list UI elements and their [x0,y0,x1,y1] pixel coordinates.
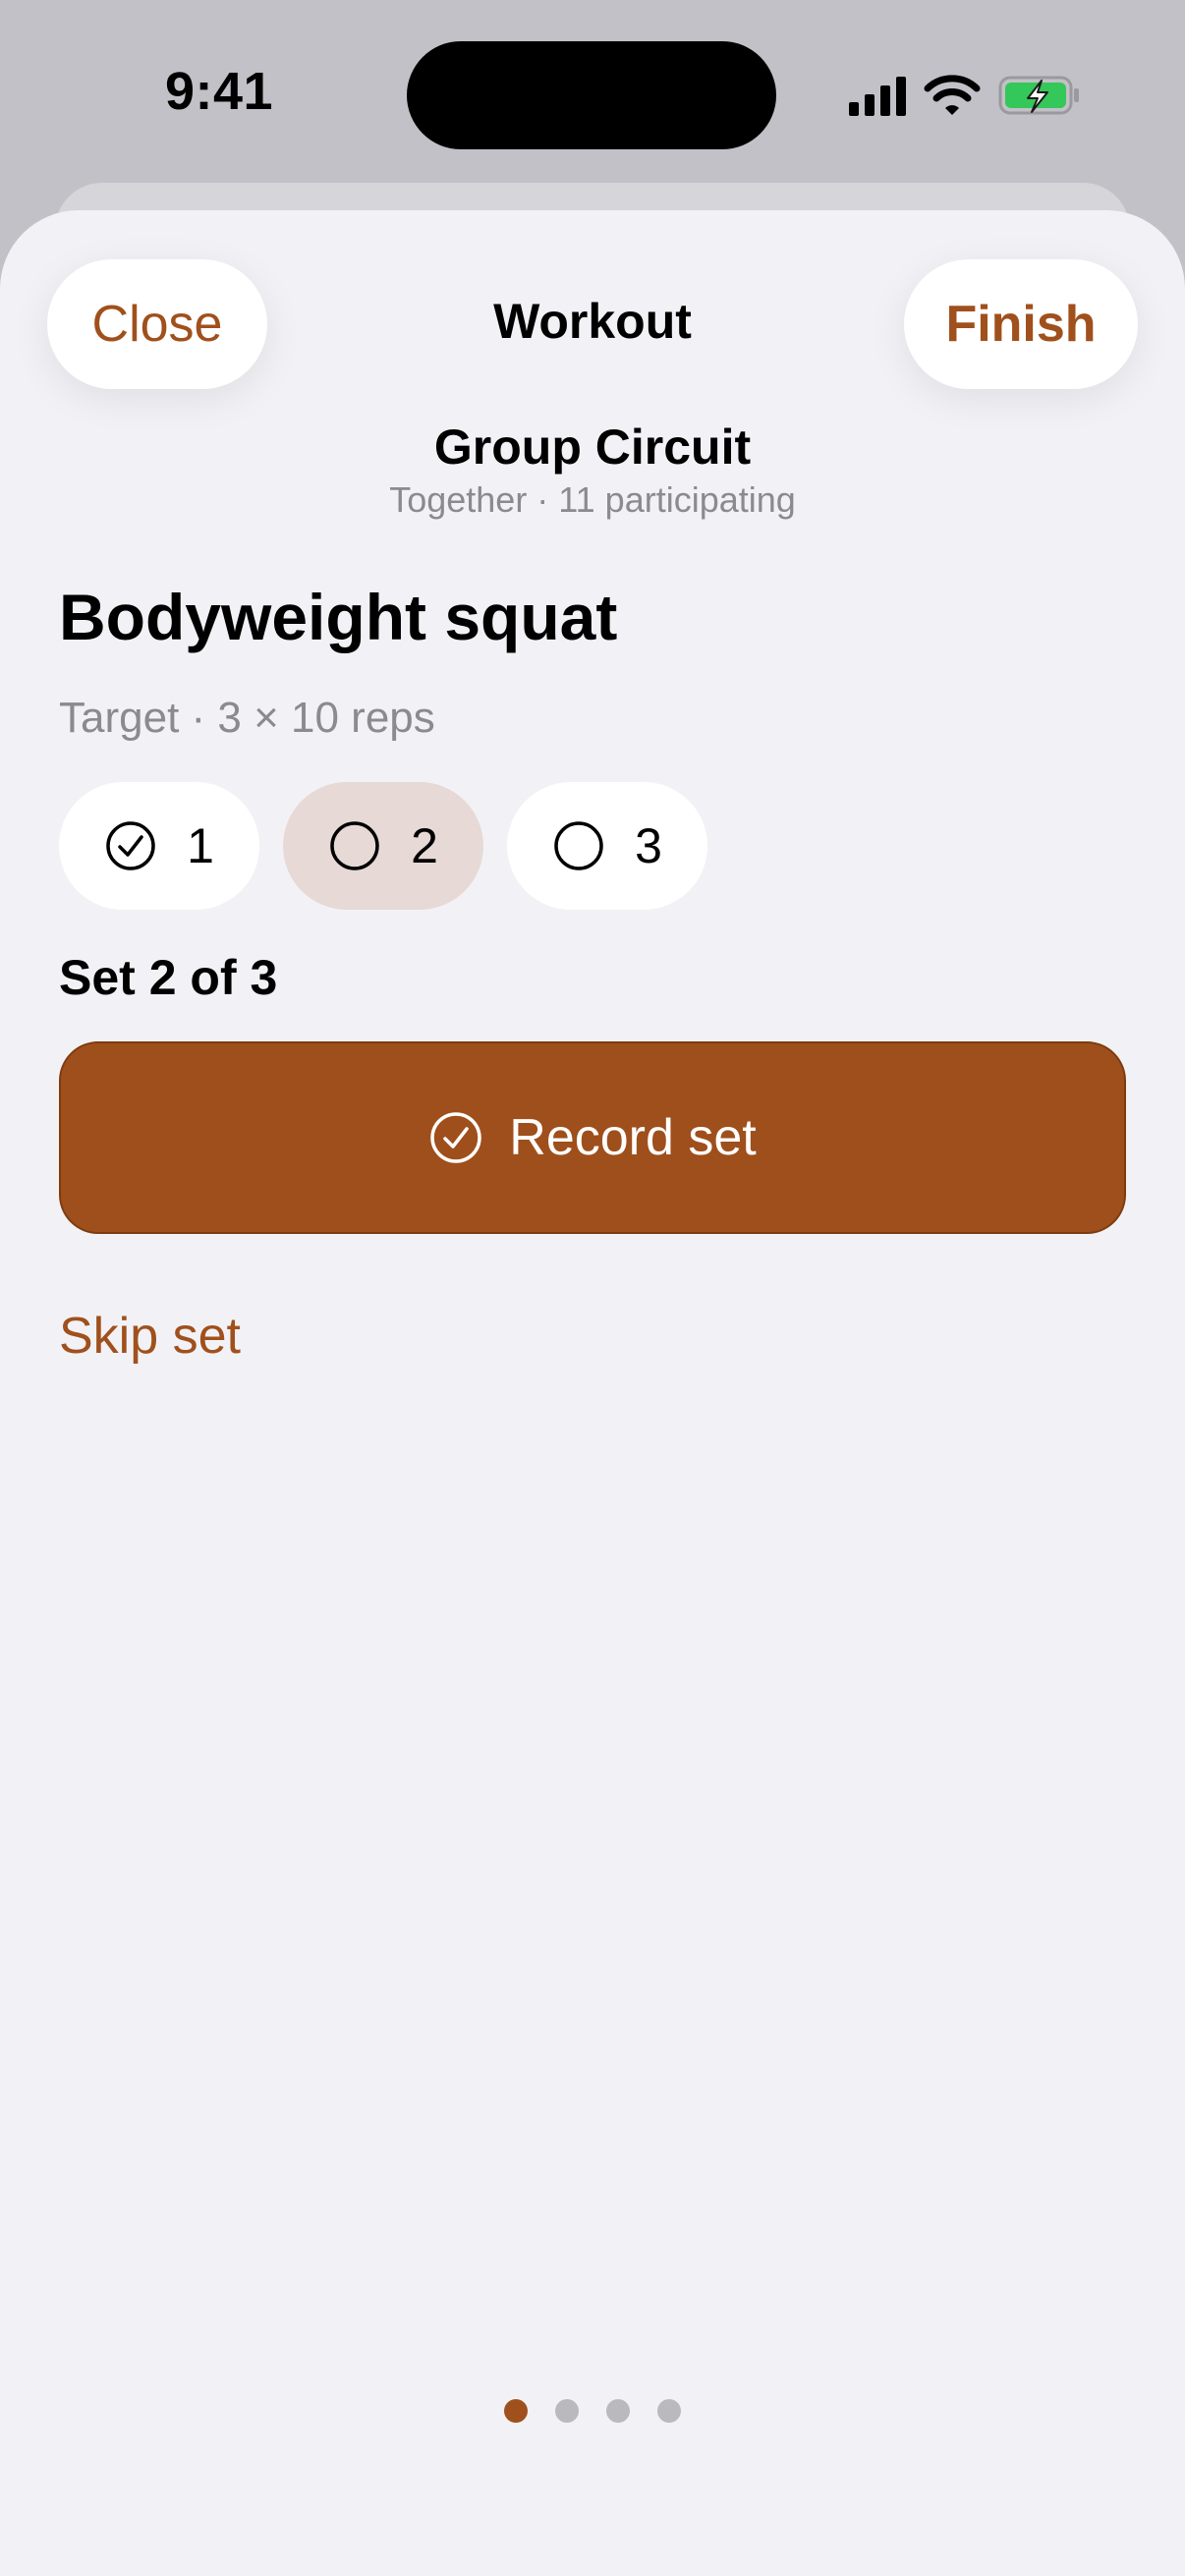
set-chip-label: 3 [635,818,662,873]
page-dot[interactable] [555,2399,579,2423]
wifi-icon [924,75,981,115]
record-set-button[interactable]: Record set [59,1041,1126,1234]
page-dot[interactable] [504,2399,528,2423]
record-set-label: Record set [509,1109,757,1166]
set-chip-label: 2 [411,818,438,873]
exercise-title: Bodyweight squat [59,581,618,653]
empty-circle-icon [554,821,603,870]
status-time: 9:41 [165,62,274,121]
group-subtitle: Together · 11 participating [389,479,796,520]
finish-button[interactable]: Finish [904,259,1138,389]
group-title: Group Circuit [433,420,752,475]
page-indicator[interactable] [0,2399,1185,2423]
checkmark-circle-icon [430,1112,482,1163]
set-chip-3[interactable]: 3 [507,782,707,910]
workout-sheet [0,210,1185,2576]
set-chip-label: 1 [187,818,214,873]
set-chip-2[interactable]: 2 [283,782,483,910]
set-chip-1[interactable]: 1 [59,782,259,910]
target-reps: Target · 3 × 10 reps [59,694,435,742]
status-bar: 9:41 [0,0,1185,187]
checkmark-circle-icon [106,821,155,870]
dynamic-island [407,41,776,149]
page-dot[interactable] [606,2399,630,2423]
battery-charging-icon [998,76,1079,115]
set-progress: Set 2 of 3 [59,950,278,1005]
empty-circle-icon [330,821,379,870]
skip-set-link[interactable]: Skip set [59,1307,241,1366]
cellular-signal-icon [849,77,906,116]
page-dot[interactable] [657,2399,681,2423]
